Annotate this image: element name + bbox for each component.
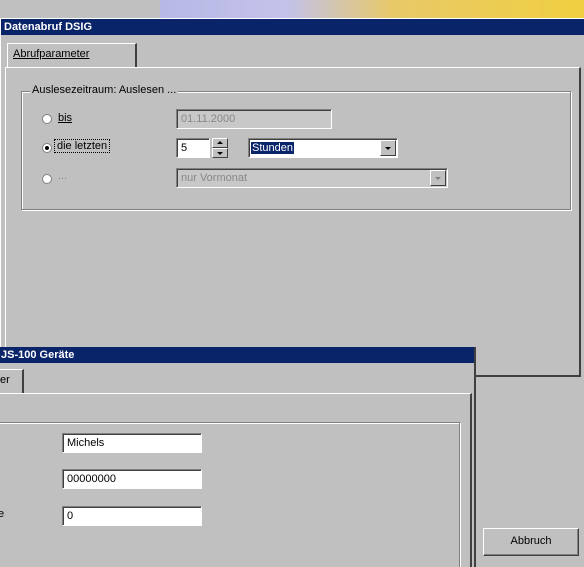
radio-letzten-label: die letzten bbox=[54, 139, 111, 153]
chevron-down-icon bbox=[435, 177, 441, 180]
unit-combo[interactable]: Stunden bbox=[248, 138, 398, 158]
count-field[interactable]: 5 bbox=[176, 138, 210, 158]
spin-up-icon bbox=[217, 141, 223, 144]
value-field[interactable]: 0 bbox=[62, 506, 202, 526]
unit-combo-button[interactable] bbox=[380, 140, 396, 156]
tab-panel: e Michels 00000000 0 bbox=[0, 393, 472, 567]
chevron-down-icon bbox=[385, 147, 391, 150]
group-title: Auslesezeitraum: Auslesen ... bbox=[30, 84, 179, 96]
unit-combo-value: Stunden bbox=[251, 142, 294, 154]
tab-panel: Auslesezeitraum: Auslesen ... bis 01.11.… bbox=[5, 67, 581, 377]
desktop-background bbox=[160, 0, 584, 18]
spin-up-button[interactable] bbox=[212, 138, 228, 148]
radio-other-label: ... bbox=[58, 170, 68, 182]
tab-label: er bbox=[0, 374, 10, 386]
geraete-dialog: JS-100 Geräte er e Michels 00000000 0 bbox=[0, 347, 476, 567]
field-label-third: e bbox=[0, 508, 5, 520]
tab-label: Abrufparameter bbox=[13, 48, 90, 60]
auslesezeitraum-group: Auslesezeitraum: Auslesen ... bis 01.11.… bbox=[21, 84, 571, 210]
tab-partial[interactable]: er bbox=[0, 369, 24, 393]
dialog-title: Datenabruf DSIG bbox=[1, 19, 584, 35]
radio-bis-label: bis bbox=[58, 112, 73, 124]
screen: Datenabruf DSIG Abrufparameter Ausleseze… bbox=[0, 0, 584, 567]
spin-down-button[interactable] bbox=[212, 148, 228, 158]
period-combo-button[interactable] bbox=[430, 170, 446, 186]
radio-letzten[interactable] bbox=[42, 143, 52, 153]
period-combo[interactable]: nur Vormonat bbox=[176, 168, 448, 188]
radio-bis[interactable] bbox=[42, 114, 52, 124]
device-group: e Michels 00000000 0 bbox=[0, 422, 460, 567]
number-field[interactable]: 00000000 bbox=[62, 469, 202, 489]
dialog-title: JS-100 Geräte bbox=[0, 347, 474, 363]
date-field[interactable]: 01.11.2000 bbox=[176, 109, 332, 129]
radio-other[interactable] bbox=[42, 174, 52, 184]
name-field[interactable]: Michels bbox=[62, 433, 202, 453]
tab-abrufparameter[interactable]: Abrufparameter bbox=[7, 43, 137, 67]
abbruch-button[interactable]: Abbruch bbox=[483, 528, 579, 556]
spin-down-icon bbox=[217, 152, 223, 155]
